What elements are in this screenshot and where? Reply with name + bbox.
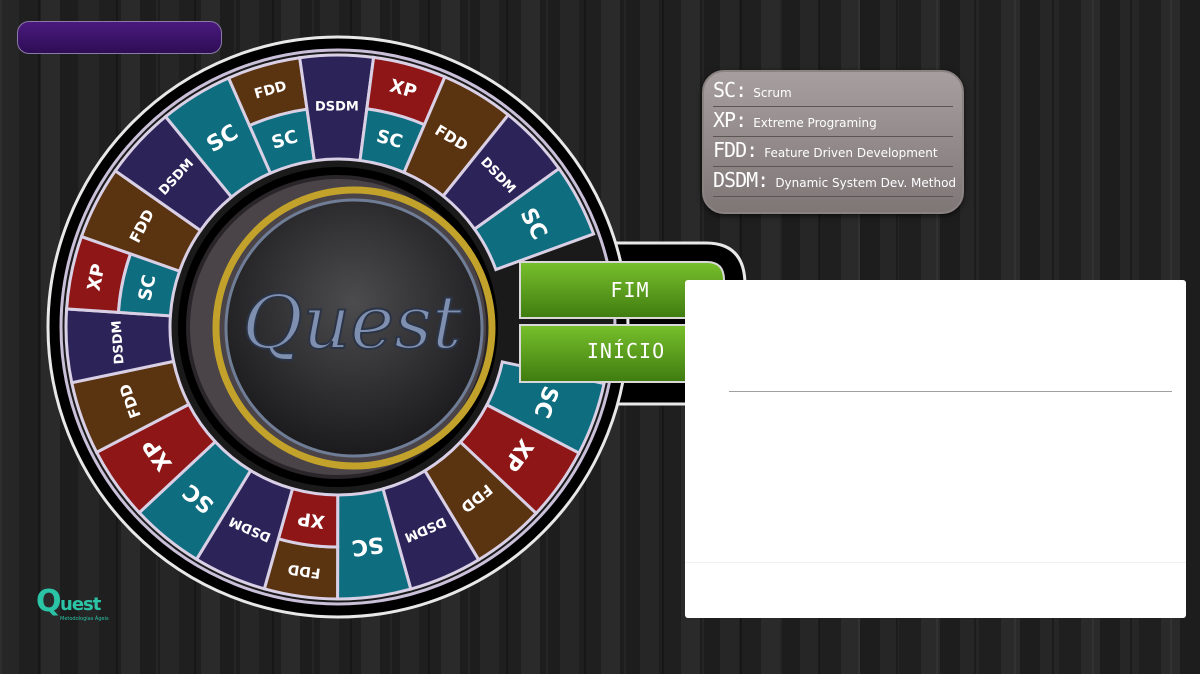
tile-label: SC: [350, 531, 385, 560]
quest-logo: Q uest Metodologias Ágeis: [36, 584, 126, 628]
question-panel: [685, 280, 1186, 618]
end-label: FIM: [610, 278, 649, 302]
logo-subtitle: Metodologias Ágeis: [60, 616, 109, 622]
center-title: Quest: [242, 280, 462, 366]
legend-abbr: SC:: [713, 78, 747, 102]
legend-desc: Dynamic System Dev. Method: [775, 176, 957, 190]
legend-row-dsdm: DSDM: Dynamic System Dev. Method: [713, 168, 957, 197]
tile-label: DSDM: [110, 320, 128, 365]
tile-label: DSDM: [315, 99, 359, 114]
legend-abbr: XP:: [713, 108, 747, 132]
legend-row-fdd: FDD: Feature Driven Development: [713, 138, 953, 167]
legend-desc: Feature Driven Development: [764, 146, 938, 160]
legend-desc: Scrum: [753, 86, 792, 100]
panel-footer-divider: [685, 562, 1186, 563]
start-label: INÍCIO: [587, 339, 665, 363]
legend-abbr: FDD:: [713, 138, 758, 162]
logo-name: uest: [60, 594, 101, 615]
legend-desc: Extreme Programing: [753, 116, 877, 130]
legend-abbr: DSDM:: [713, 168, 769, 192]
tile-label-inner: XP: [296, 507, 326, 532]
answer-area[interactable]: [685, 392, 1186, 562]
legend-panel: SC: Scrum XP: Extreme Programing FDD: Fe…: [702, 70, 964, 214]
legend-row-xp: XP: Extreme Programing: [713, 108, 953, 137]
legend-row-sc: SC: Scrum: [713, 78, 953, 107]
logo-mark: Q: [36, 584, 62, 619]
